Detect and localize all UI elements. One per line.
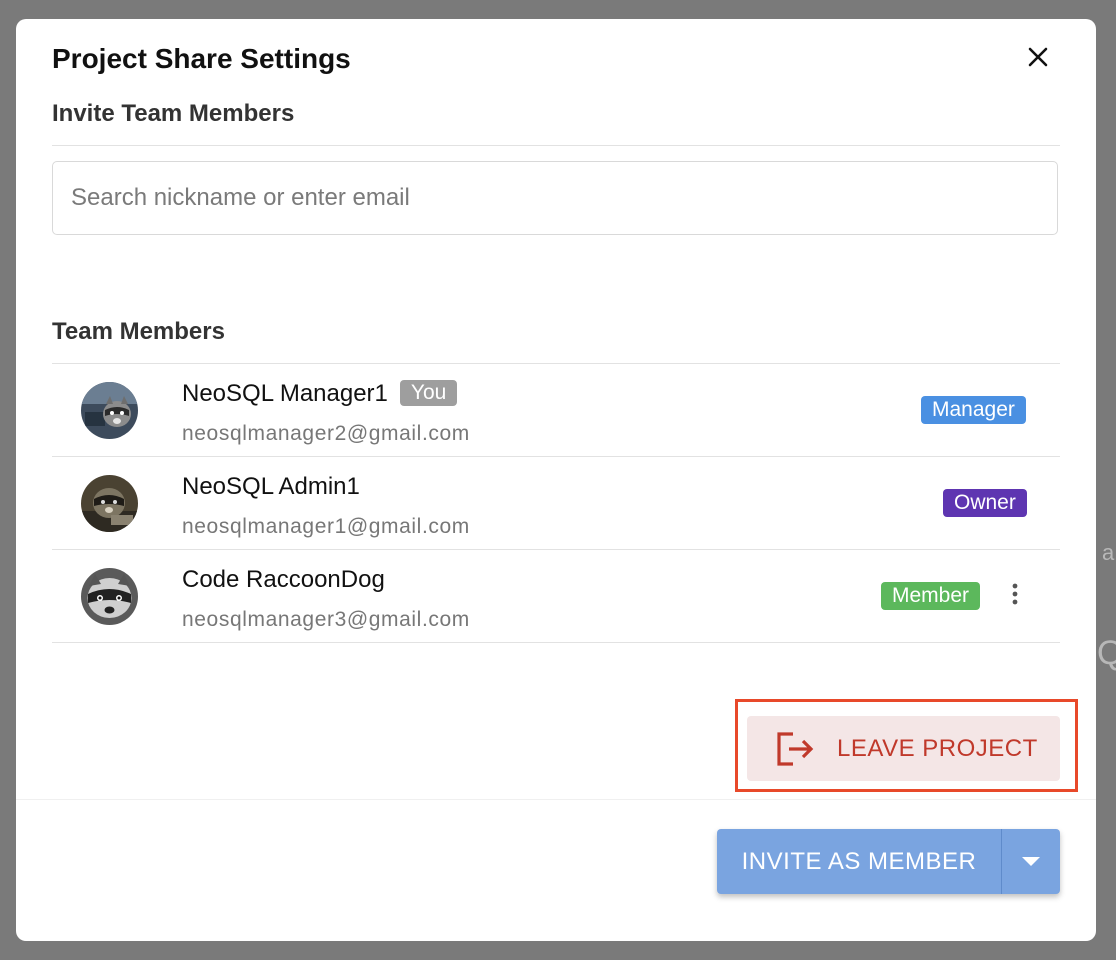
member-name: Code RaccoonDog [182,566,385,593]
close-button[interactable] [1022,41,1054,73]
member-name-line: NeoSQL Manager1 You [182,380,458,408]
leave-project-label: LEAVE PROJECT [837,734,1038,762]
caret-down-icon [1022,856,1040,866]
member-email: neosqlmanager1@gmail.com [182,515,470,538]
avatar [81,568,138,625]
role-badge: Owner [943,489,1027,517]
member-email: neosqlmanager3@gmail.com [182,608,470,631]
you-badge: You [399,380,458,406]
more-vert-icon [1012,583,1018,605]
close-icon [1028,47,1048,67]
background-partial-text: Q [1097,634,1116,672]
search-field[interactable] [52,161,1058,235]
avatar [81,382,138,439]
role-badge: Manager [921,396,1026,424]
invite-section-title: Invite Team Members [52,100,295,127]
member-row: NeoSQL Admin1 neosqlmanager1@gmail.com O… [52,457,1060,550]
invite-options-button[interactable] [1002,829,1060,894]
search-input[interactable] [53,162,1057,234]
role-badge: Member [881,582,981,610]
invite-as-member-button[interactable]: INVITE AS MEMBER [717,829,1001,894]
member-row: NeoSQL Manager1 You neosqlmanager2@gmail.… [52,364,1060,457]
background-partial-text: a [1102,540,1115,565]
team-section-title: Team Members [52,318,225,345]
dialog-title: Project Share Settings [52,43,351,74]
logout-icon [777,731,814,766]
share-settings-dialog: Project Share Settings Invite Team Membe… [16,19,1096,941]
member-email: neosqlmanager2@gmail.com [182,422,470,445]
divider [52,145,1060,146]
avatar [81,475,138,532]
invite-split-button: INVITE AS MEMBER [717,829,1060,894]
member-more-button[interactable] [1003,578,1027,610]
footer-divider [16,799,1096,800]
member-row: Code RaccoonDog neosqlmanager3@gmail.com… [52,550,1060,643]
member-name: NeoSQL Admin1 [182,473,360,500]
leave-project-button[interactable]: LEAVE PROJECT [747,716,1060,781]
member-name: NeoSQL Manager1 [182,380,388,407]
